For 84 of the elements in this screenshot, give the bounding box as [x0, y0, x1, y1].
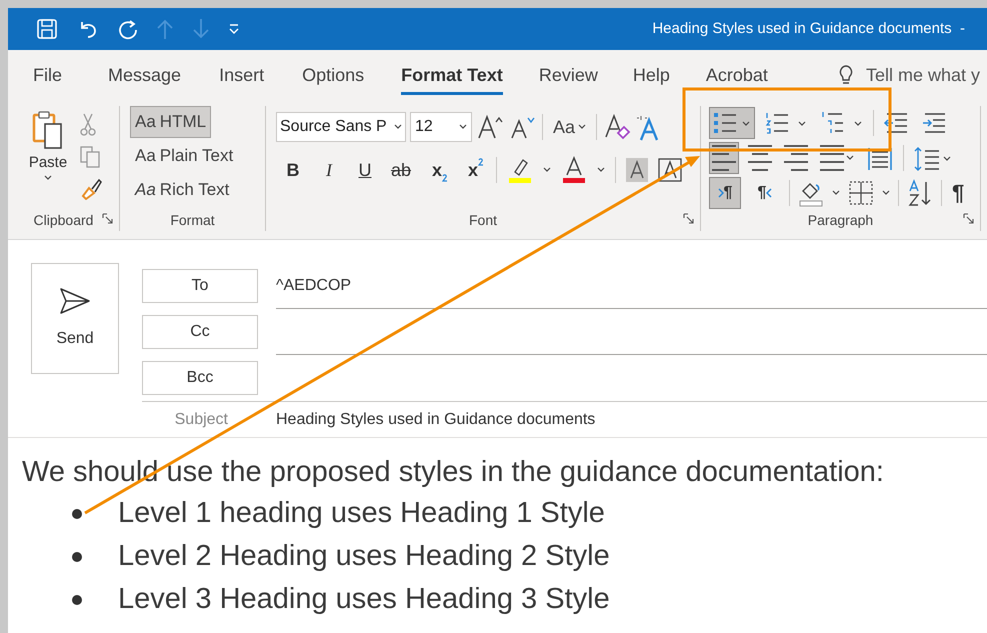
list-item: Level 3 Heading uses Heading 3 Style [118, 582, 610, 617]
menu-tab[interactable]: Insert [219, 50, 264, 100]
chevron-down-icon [543, 167, 551, 173]
strikethrough-button[interactable]: ab [388, 156, 414, 184]
address-button[interactable]: Bcc [142, 361, 258, 395]
lightbulb-icon [838, 64, 854, 86]
scissors-icon[interactable] [80, 112, 96, 136]
send-button[interactable]: Send [31, 263, 119, 374]
copy-icon[interactable] [80, 146, 100, 168]
subscript-button[interactable]: x [424, 156, 450, 184]
chevron-down-icon [832, 190, 840, 196]
character-shading-icon[interactable] [626, 158, 648, 182]
window-title: Heading Styles used in Guidance documents - [652, 18, 965, 39]
justify-icon [820, 144, 854, 170]
superscript-two-icon [478, 158, 484, 166]
dialog-launcher-icon[interactable] [102, 213, 113, 224]
align-left-button[interactable] [709, 142, 739, 174]
left-to-right-button[interactable]: ¶ [709, 176, 741, 208]
clear-formatting-icon[interactable] [603, 113, 632, 141]
subscript-two-icon [442, 174, 448, 182]
chevron-down-icon [882, 190, 890, 196]
menu-tab[interactable]: Review [538, 50, 598, 100]
format-option[interactable]: Aa HTML [130, 106, 212, 138]
group-label: Clipboard [34, 210, 94, 230]
body-paragraph: We should use the proposed styles in the guidance documentation: [22, 455, 885, 490]
format-option[interactable]: Aa Rich Text [130, 174, 234, 206]
menu-tab[interactable]: Help [632, 50, 670, 100]
address-field[interactable]: ^AEDCOP [276, 263, 987, 309]
bold-button[interactable]: B [280, 156, 306, 184]
address-button[interactable]: Cc [142, 315, 258, 349]
font-size-dropdown[interactable]: 12 [410, 112, 472, 142]
show-formatting-marks-button[interactable]: ¶ [950, 176, 966, 209]
menu-tab[interactable]: Acrobat [706, 50, 768, 100]
send-icon [59, 286, 91, 314]
chevron-down-icon [597, 167, 605, 173]
superscript-button[interactable]: x [460, 156, 486, 184]
align-left-icon [712, 144, 736, 170]
align-center-icon [748, 144, 772, 170]
underline-button[interactable]: U [352, 156, 378, 184]
list-item: Level 2 Heading uses Heading 2 Style [118, 538, 610, 574]
font-color-icon[interactable] [561, 156, 587, 184]
paintbrush-icon[interactable] [80, 178, 102, 200]
clipboard-icon [32, 110, 64, 150]
menu-tab[interactable]: File [33, 50, 62, 100]
dialog-launcher-icon[interactable] [963, 213, 974, 224]
highlighter-icon[interactable] [507, 156, 533, 184]
chevron-down-icon [394, 124, 402, 130]
chevron-down-icon [459, 124, 467, 130]
sort-icon[interactable] [907, 178, 933, 206]
character-border-icon[interactable] [658, 158, 682, 182]
font-name-dropdown[interactable]: Source Sans P [276, 112, 406, 142]
align-right-icon [784, 144, 808, 170]
group-label: Font [468, 210, 497, 230]
customize-icon[interactable] [228, 23, 240, 35]
menu-tab[interactable]: Message [108, 50, 182, 100]
list-item: Level 1 heading uses Heading 1 Style [118, 496, 605, 531]
caret-icon [766, 188, 772, 198]
group-label: Paragraph [808, 210, 874, 230]
search-field[interactable]: Tell me what y [866, 62, 980, 88]
menu-tab[interactable]: Options [302, 50, 364, 100]
paste-button[interactable]: Paste [26, 106, 70, 209]
bullet-icon [72, 508, 82, 518]
address-button[interactable]: To [142, 269, 258, 303]
format-option[interactable]: Aa Plain Text [130, 140, 238, 172]
group-label: Format [170, 210, 215, 230]
line-spacing-icon [913, 144, 953, 170]
chevron-down-icon [44, 174, 52, 180]
dialog-launcher-icon[interactable] [683, 213, 694, 224]
right-to-left-button[interactable]: ¶ [749, 176, 781, 208]
chevron-down-icon [578, 124, 586, 130]
bullet-icon [72, 552, 82, 562]
menu-tab[interactable]: Format Text [401, 50, 503, 100]
subject-field[interactable]: Heading Styles used in Guidance documents [276, 408, 596, 432]
borders-icon[interactable] [848, 180, 874, 206]
subject-label: Subject [174, 410, 229, 430]
italic-button[interactable]: I [316, 156, 342, 184]
redo-icon[interactable] [116, 18, 138, 40]
bullets-button[interactable] [709, 106, 755, 138]
change-case-button[interactable]: Aa [549, 114, 590, 140]
multilevel-list-icon [820, 110, 864, 136]
caret-icon [718, 188, 724, 198]
bullet-icon [72, 594, 82, 604]
grow-font-icon[interactable] [476, 114, 504, 140]
save-icon[interactable] [36, 18, 58, 40]
